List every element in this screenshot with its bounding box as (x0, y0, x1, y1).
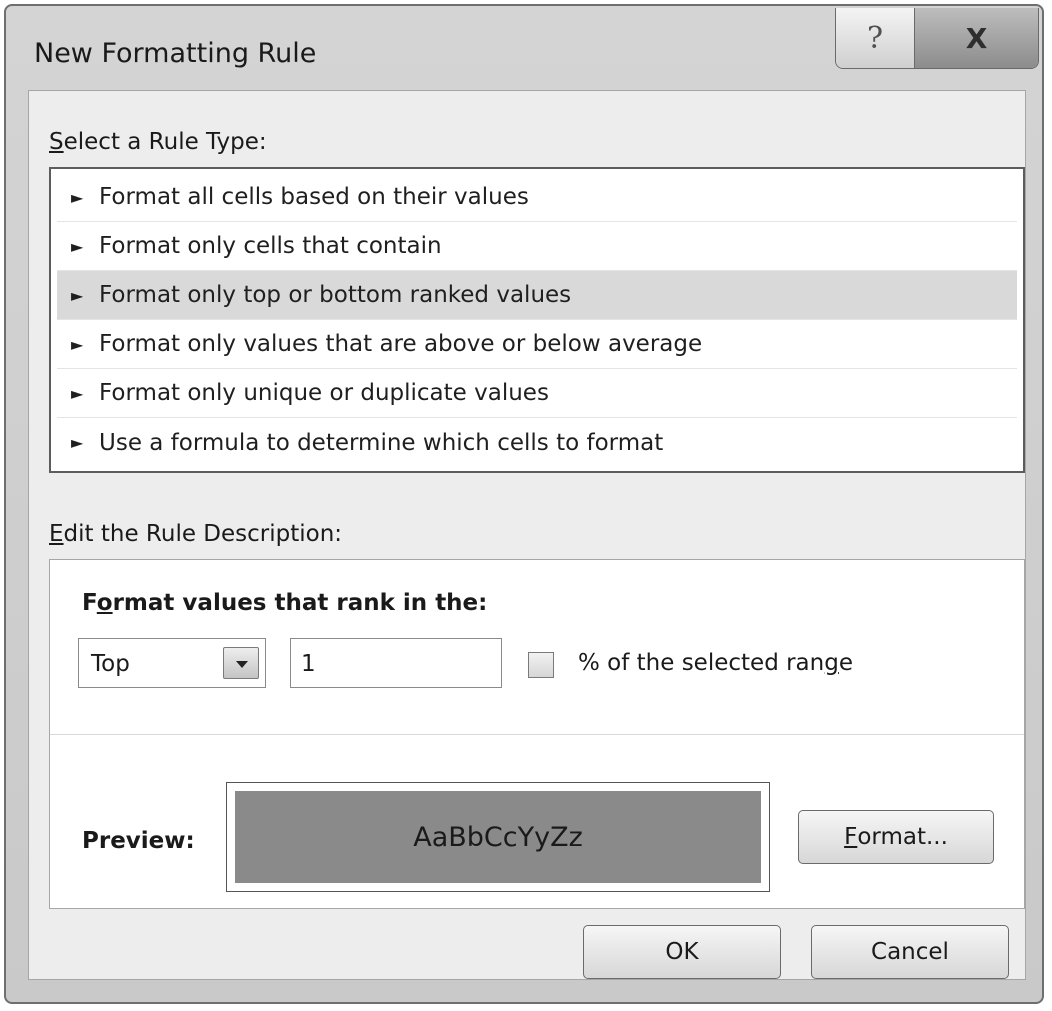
rule-type-item[interactable]: ► Format only top or bottom ranked values (57, 271, 1017, 320)
preview-box: AaBbCcYyZz (226, 782, 770, 892)
rule-type-item[interactable]: ► Format only cells that contain (57, 222, 1017, 271)
format-button[interactable]: Format... (798, 810, 994, 864)
dialog-title: New Formatting Rule (34, 38, 317, 69)
cancel-button[interactable]: Cancel (811, 925, 1009, 979)
rule-type-list[interactable]: ► Format all cells based on their values … (49, 167, 1025, 473)
rule-description-label: Edit the Rule Description: (49, 521, 343, 547)
arrow-icon: ► (71, 383, 84, 403)
title-bar-buttons: ? X (835, 8, 1039, 69)
arrow-icon: ► (71, 236, 84, 256)
arrow-icon: ► (71, 433, 84, 452)
rule-type-item[interactable]: ► Format only unique or duplicate values (57, 369, 1017, 418)
percent-checkbox[interactable] (528, 652, 554, 678)
rule-type-label: Select a Rule Type: (49, 129, 267, 155)
help-button[interactable]: ? (836, 8, 915, 68)
preview-sample: AaBbCcYyZz (235, 791, 761, 883)
new-formatting-rule-dialog: New Formatting Rule ? X Select a Rule Ty… (4, 4, 1044, 1004)
dialog-body: Select a Rule Type: ► Format all cells ba… (28, 90, 1026, 980)
rule-type-item[interactable]: ► Format all cells based on their values (57, 173, 1017, 222)
percent-checkbox-label: % of the selected range (578, 650, 853, 676)
arrow-icon: ► (71, 334, 84, 354)
arrow-icon: ► (71, 285, 84, 305)
top-bottom-dropdown[interactable]: Top (78, 638, 266, 688)
close-icon: X (965, 21, 988, 55)
dropdown-value: Top (91, 651, 130, 677)
format-values-heading: Format values that rank in the: (82, 590, 488, 616)
rule-type-item[interactable]: ► Format only values that are above or be… (57, 320, 1017, 369)
rank-count-input[interactable]: 1 (290, 638, 502, 688)
rule-type-item[interactable]: ► Use a formula to determine which cells … (57, 418, 1017, 467)
arrow-icon: ► (71, 187, 84, 207)
close-button[interactable]: X (915, 8, 1038, 68)
preview-label: Preview: (82, 828, 195, 854)
chevron-down-icon[interactable] (223, 647, 259, 679)
question-mark-icon: ? (866, 20, 884, 56)
divider (50, 734, 1024, 735)
rule-description-panel: Format values that rank in the: Top 1 % … (49, 559, 1025, 909)
ok-button[interactable]: OK (583, 925, 781, 979)
